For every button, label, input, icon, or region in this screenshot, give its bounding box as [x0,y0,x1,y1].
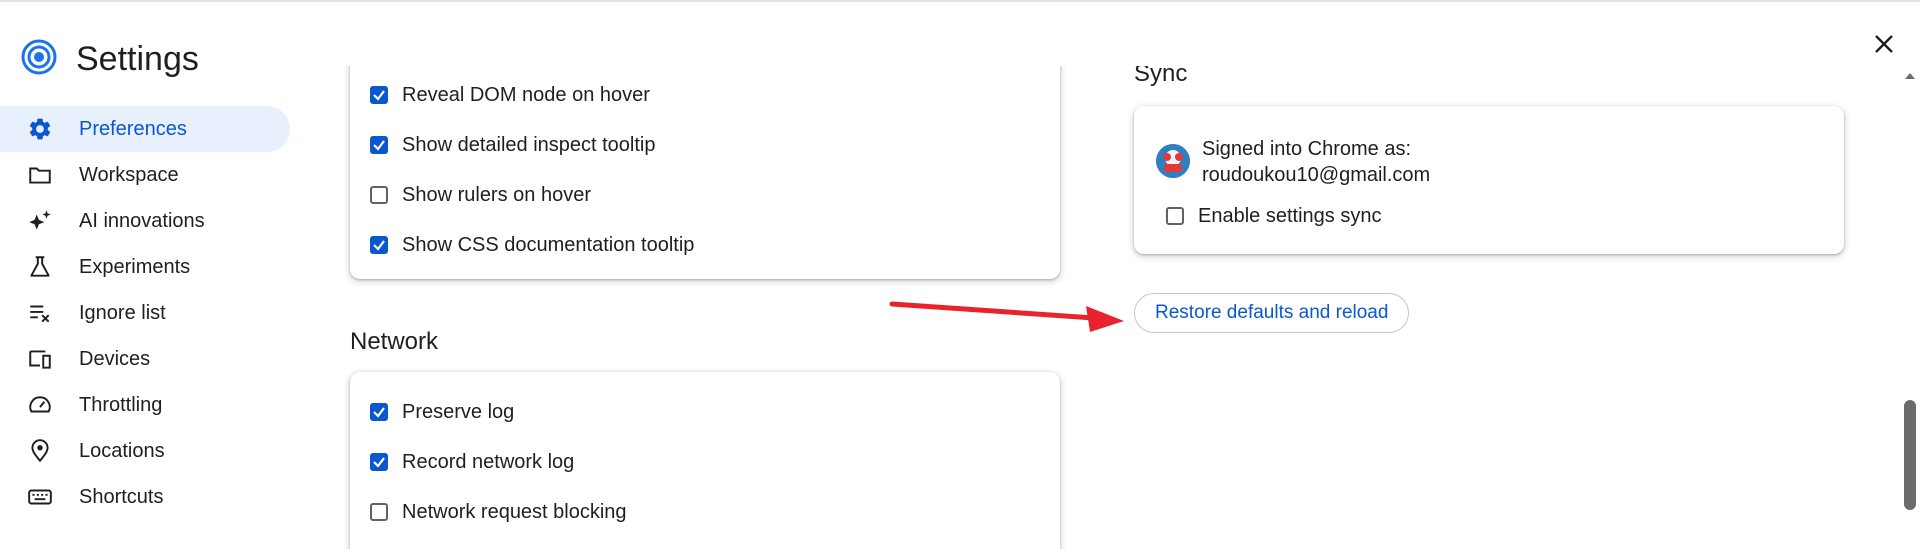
option-label: Show detailed inspect tooltip [402,133,656,156]
network-section-title: Network [350,328,439,355]
user-email: roudoukou10@gmail.com [1202,164,1431,186]
option-preserve-log[interactable]: Preserve log [350,387,1060,437]
checkbox[interactable] [370,136,388,154]
option-label: Record network log [402,450,575,473]
settings-content: Reveal DOM node on hover Show detailed i… [0,66,1900,549]
option-css-documentation-tooltip[interactable]: Show CSS documentation tooltip [350,220,1060,270]
option-network-request-blocking[interactable]: Network request blocking [350,487,1060,537]
option-label: Reveal DOM node on hover [402,83,650,106]
option-label: Show rulers on hover [402,183,591,206]
sync-section-title: Sync [1134,66,1188,87]
scrollbar[interactable] [1900,66,1920,549]
sync-settings-card: Signed into Chrome as: roudoukou10@gmail… [1134,106,1844,254]
option-detailed-inspect-tooltip[interactable]: Show detailed inspect tooltip [350,120,1060,170]
annotation-arrow-icon [889,301,1124,332]
checkbox[interactable] [370,236,388,254]
checkbox[interactable] [370,403,388,421]
option-record-network-log[interactable]: Record network log [350,437,1060,487]
avatar [1156,144,1190,178]
checkbox[interactable] [370,503,388,521]
option-rulers-on-hover[interactable]: Show rulers on hover [350,170,1060,220]
signed-in-user: Signed into Chrome as: roudoukou10@gmail… [1134,106,1844,188]
option-label: Enable settings sync [1198,204,1382,227]
checkbox[interactable] [370,86,388,104]
close-button[interactable] [1864,26,1904,66]
option-enable-settings-sync[interactable]: Enable settings sync [1134,194,1844,238]
checkbox[interactable] [1166,207,1184,225]
checkbox[interactable] [370,186,388,204]
option-label: Preserve log [402,400,515,423]
scroll-up-arrow-icon[interactable] [1904,68,1916,86]
restore-defaults-button[interactable]: Restore defaults and reload [1134,293,1410,333]
network-settings-card: Preserve log Record network log Network … [350,372,1060,549]
option-reveal-dom-node[interactable]: Reveal DOM node on hover [350,70,1060,120]
checkbox[interactable] [370,453,388,471]
signed-in-label: Signed into Chrome as: [1202,138,1412,160]
option-label: Network request blocking [402,500,627,523]
option-label: Show CSS documentation tooltip [402,233,695,256]
close-icon [1873,33,1895,60]
scrollbar-thumb[interactable] [1904,400,1916,510]
elements-settings-card: Reveal DOM node on hover Show detailed i… [350,66,1060,279]
